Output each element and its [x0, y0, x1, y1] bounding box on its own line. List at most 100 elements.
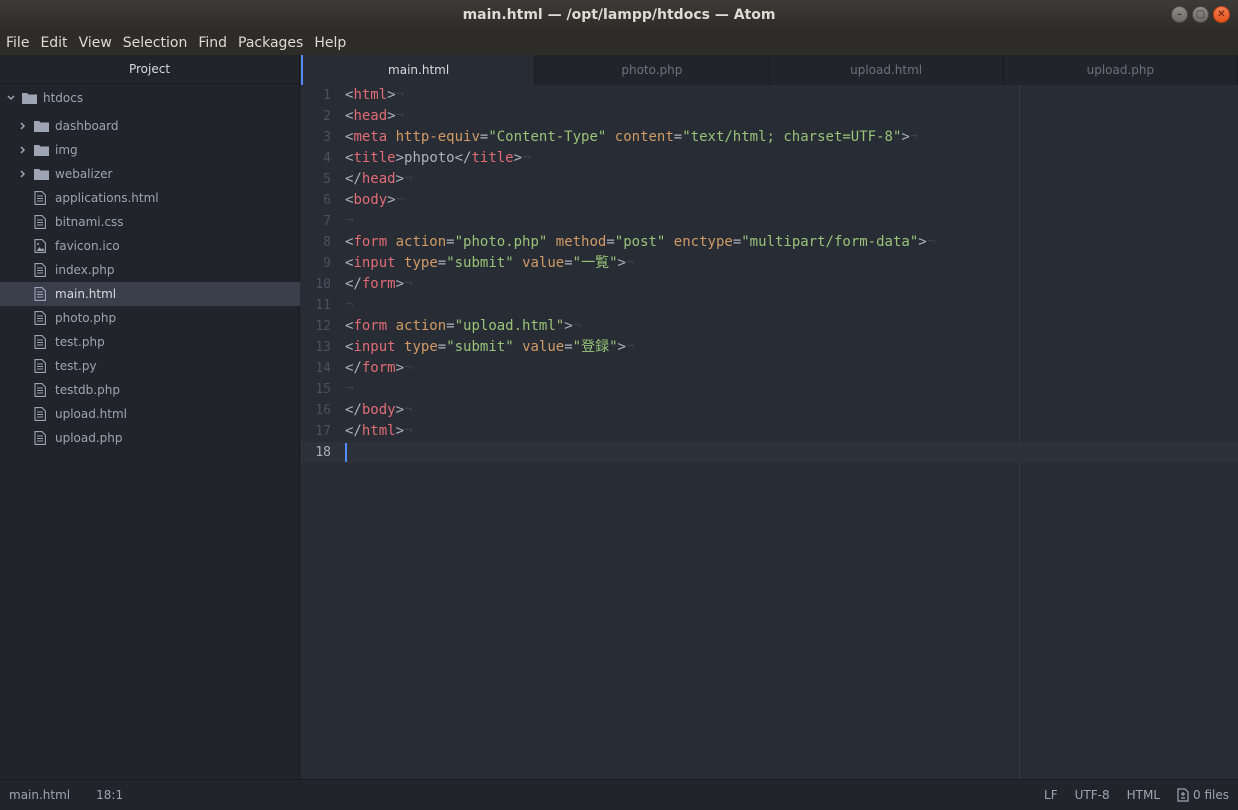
tree-file-index-php[interactable]: index.php — [0, 258, 300, 282]
code-line[interactable]: <title>phpoto</title>¬ — [345, 148, 531, 169]
chevron-right-icon[interactable] — [18, 145, 28, 155]
code-line[interactable]: </form>¬ — [345, 274, 412, 295]
code-line[interactable]: <input type="submit" value="登録">¬ — [345, 337, 634, 358]
tree-file-test-php[interactable]: test.php — [0, 330, 300, 354]
chevron-down-icon[interactable] — [6, 93, 16, 103]
code-line[interactable]: <head>¬ — [345, 106, 404, 127]
tree-file-photo-php[interactable]: photo.php — [0, 306, 300, 330]
eol-marker: ¬ — [404, 402, 413, 418]
code-token: type — [404, 339, 438, 355]
tree-file-main-html[interactable]: main.html — [0, 282, 300, 306]
code-line[interactable]: </head>¬ — [345, 169, 412, 190]
line-number[interactable]: 14 — [301, 358, 331, 379]
minimize-icon[interactable]: – — [1171, 6, 1188, 23]
line-number[interactable]: 15 — [301, 379, 331, 400]
tree-file-test-py[interactable]: test.py — [0, 354, 300, 378]
window-controls: – ▢ ✕ — [1171, 6, 1230, 23]
line-number[interactable]: 13 — [301, 337, 331, 358]
tree-file-applications-html[interactable]: applications.html — [0, 186, 300, 210]
tree-folder-img[interactable]: img — [0, 138, 300, 162]
eol-marker: ¬ — [345, 297, 354, 313]
status-cursor-position[interactable]: 18:1 — [96, 788, 123, 802]
tree-file-upload-php[interactable]: upload.php — [0, 426, 300, 450]
tree-file-bitnami-css[interactable]: bitnami.css — [0, 210, 300, 234]
code-line[interactable]: <form action="upload.html">¬ — [345, 316, 581, 337]
menu-find[interactable]: Find — [194, 35, 231, 51]
line-number[interactable]: 2 — [301, 106, 331, 127]
status-grammar[interactable]: HTML — [1127, 788, 1160, 802]
line-number[interactable]: 5 — [301, 169, 331, 190]
line-number[interactable]: 1 — [301, 85, 331, 106]
line-number[interactable]: 3 — [301, 127, 331, 148]
menu-help[interactable]: Help — [310, 35, 350, 51]
project-header[interactable]: Project — [0, 55, 299, 84]
line-number[interactable]: 18 — [301, 442, 331, 463]
code-line[interactable]: <body>¬ — [345, 190, 404, 211]
status-line-ending[interactable]: LF — [1044, 788, 1058, 802]
folder-icon — [34, 143, 49, 157]
line-number[interactable]: 10 — [301, 274, 331, 295]
code-token: "text/html; charset=UTF-8" — [682, 129, 902, 145]
menu-file[interactable]: File — [2, 35, 33, 51]
tab-upload-html[interactable]: upload.html — [769, 55, 1004, 85]
status-file-name[interactable]: main.html — [9, 788, 70, 802]
file-text-icon — [34, 335, 48, 349]
file-text-icon — [34, 359, 48, 373]
code-token: > — [564, 318, 573, 334]
line-number[interactable]: 16 — [301, 400, 331, 421]
code-line[interactable]: ¬ — [345, 211, 353, 232]
code-line[interactable]: <meta http-equiv="Content-Type" content=… — [345, 127, 918, 148]
tree-folder-webalizer[interactable]: webalizer — [0, 162, 300, 186]
maximize-icon[interactable]: ▢ — [1192, 6, 1209, 23]
chevron-right-icon[interactable] — [18, 169, 28, 179]
code-line[interactable]: <input type="submit" value="一覧">¬ — [345, 253, 634, 274]
code-token: </ — [345, 171, 362, 187]
line-number[interactable]: 4 — [301, 148, 331, 169]
menu-packages[interactable]: Packages — [234, 35, 307, 51]
line-number[interactable]: 17 — [301, 421, 331, 442]
tab-main-html[interactable]: main.html — [301, 55, 536, 85]
tree-item-label: main.html — [55, 287, 117, 301]
status-github-files[interactable]: 0 files — [1177, 788, 1229, 802]
code-line[interactable]: ¬ — [345, 295, 353, 316]
code-line[interactable]: ¬ — [345, 379, 353, 400]
tab-photo-php[interactable]: photo.php — [535, 55, 770, 85]
code-line[interactable]: </body>¬ — [345, 400, 412, 421]
line-number[interactable]: 11 — [301, 295, 331, 316]
file-text-icon — [34, 407, 48, 421]
close-icon[interactable]: ✕ — [1213, 6, 1230, 23]
tree-folder-dashboard[interactable]: dashboard — [0, 114, 300, 138]
code-line[interactable]: </html>¬ — [345, 421, 412, 442]
code-line[interactable]: <form action="photo.php" method="post" e… — [345, 232, 935, 253]
file-image-icon — [34, 239, 48, 253]
chevron-right-icon[interactable] — [18, 121, 28, 131]
line-number[interactable]: 7 — [301, 211, 331, 232]
tree-file-upload-html[interactable]: upload.html — [0, 402, 300, 426]
code-line[interactable]: <html>¬ — [345, 85, 404, 106]
eol-marker: ¬ — [395, 108, 405, 124]
code-token: "photo.php" — [454, 234, 548, 250]
code-editor[interactable]: 1 <html>¬ 2 <head>¬ 3 <meta http-equiv="Conte… — [301, 85, 1238, 779]
menu-view[interactable]: View — [75, 35, 116, 51]
code-line[interactable]: </form>¬ — [345, 358, 412, 379]
menu-edit[interactable]: Edit — [36, 35, 71, 51]
tree-file-testdb-php[interactable]: testdb.php — [0, 378, 300, 402]
tab-upload-php[interactable]: upload.php — [1003, 55, 1238, 85]
file-text-icon — [34, 215, 48, 229]
line-number[interactable]: 9 — [301, 253, 331, 274]
tree-root-htdocs[interactable]: htdocs — [0, 86, 300, 110]
status-encoding[interactable]: UTF-8 — [1075, 788, 1110, 802]
tree-file-favicon-ico[interactable]: favicon.ico — [0, 234, 300, 258]
code-token: = — [446, 234, 455, 250]
line-number[interactable]: 12 — [301, 316, 331, 337]
line-number[interactable]: 8 — [301, 232, 331, 253]
line-number[interactable]: 6 — [301, 190, 331, 211]
eol-marker: ¬ — [404, 276, 413, 292]
eol-marker: ¬ — [404, 171, 413, 187]
menu-selection[interactable]: Selection — [119, 35, 192, 51]
eol-marker: ¬ — [404, 360, 413, 376]
